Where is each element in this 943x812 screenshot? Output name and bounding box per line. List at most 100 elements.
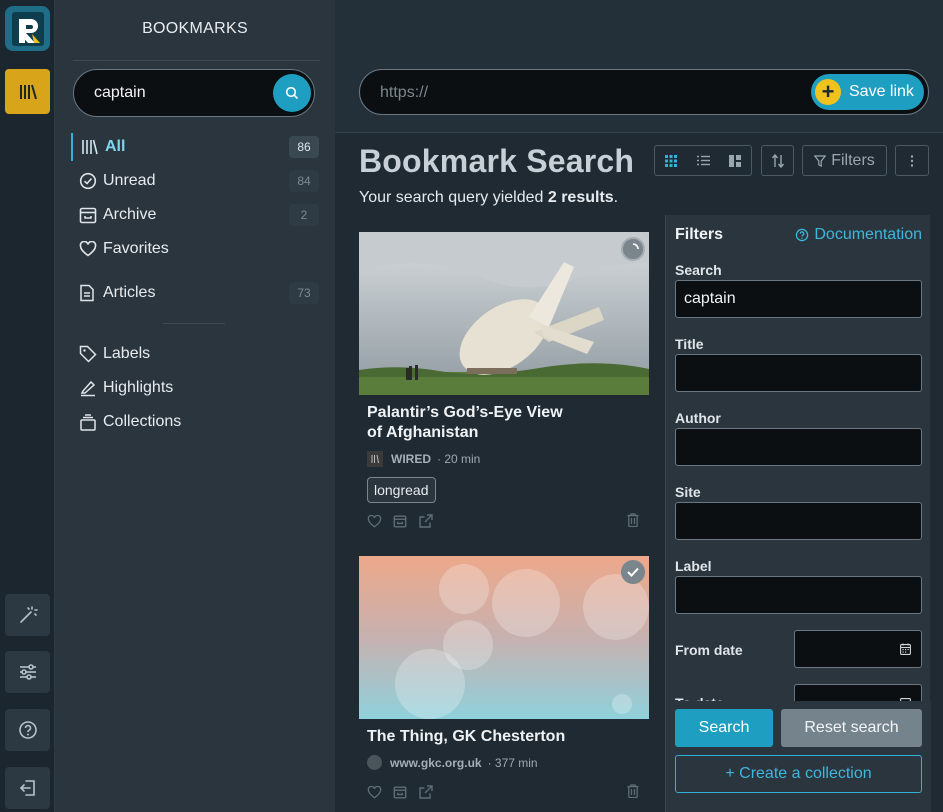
filter-author-input[interactable] xyxy=(675,428,922,466)
tools-button[interactable] xyxy=(5,594,50,636)
count-badge: 84 xyxy=(289,170,319,192)
check-circle-icon xyxy=(79,172,101,190)
author-field-label: Author xyxy=(675,410,721,426)
magic-wand-icon xyxy=(19,606,38,623)
archive-icon xyxy=(79,207,101,224)
from-date-input[interactable] xyxy=(794,630,922,668)
card-label-tag[interactable]: longread xyxy=(367,477,436,503)
external-link-icon[interactable] xyxy=(419,514,445,528)
save-link-button[interactable]: + Save link xyxy=(811,74,924,110)
url-input-box[interactable]: https:// + Save link xyxy=(359,69,929,115)
help-icon xyxy=(796,228,809,242)
sidebar-item-favorites[interactable]: Favorites xyxy=(71,235,319,263)
sidebar-search-box[interactable]: captain xyxy=(73,69,315,117)
status-spinner-icon xyxy=(621,237,645,261)
sidebar-item-highlights[interactable]: Highlights xyxy=(71,374,319,402)
create-collection-button[interactable]: + Create a collection xyxy=(675,755,922,793)
card-title[interactable]: The Thing, GK Chesterton xyxy=(367,727,641,747)
site-field-label: Site xyxy=(675,484,701,500)
bookmarks-nav-button[interactable] xyxy=(5,69,50,114)
plus-icon: + xyxy=(815,79,841,105)
sidebar-search-button[interactable] xyxy=(273,74,311,112)
result-summary: Your search query yielded 2 results. xyxy=(359,189,618,207)
bookmark-card[interactable]: Palantir’s God’s-Eye View of Afghanistan… xyxy=(359,232,649,531)
filter-label-input[interactable] xyxy=(675,576,922,614)
card-title[interactable]: Palantir’s God’s-Eye View of Afghanistan xyxy=(367,403,567,443)
reset-search-button[interactable]: Reset search xyxy=(781,709,922,747)
mosaic-icon xyxy=(729,154,741,167)
filter-icon xyxy=(814,154,827,167)
card-actions xyxy=(367,511,641,531)
filter-site-input[interactable] xyxy=(675,502,922,540)
filters-button[interactable]: Filters xyxy=(802,145,887,176)
list-icon xyxy=(696,155,710,166)
heart-icon xyxy=(79,241,101,257)
search-field-label: Search xyxy=(675,262,722,278)
more-vertical-icon xyxy=(910,154,914,167)
mosaic-view-button[interactable] xyxy=(719,146,751,175)
sidebar-item-articles[interactable]: Articles 73 xyxy=(71,279,319,307)
search-button[interactable]: Search xyxy=(675,709,773,747)
count-badge: 2 xyxy=(289,204,319,226)
card-image[interactable] xyxy=(359,232,649,395)
divider xyxy=(163,323,225,324)
more-options-button[interactable] xyxy=(895,145,929,176)
url-input[interactable]: https:// xyxy=(380,84,428,102)
settings-button[interactable] xyxy=(5,651,50,693)
documentation-label: Documentation xyxy=(814,226,922,243)
sidebar-search-input[interactable]: captain xyxy=(94,84,146,102)
sidebar-item-archive[interactable]: Archive 2 xyxy=(71,201,319,229)
favorite-heart-icon[interactable] xyxy=(367,785,393,799)
grid-icon xyxy=(665,154,677,167)
sidebar-item-label: All xyxy=(105,138,126,155)
sidebar-item-label: Archive xyxy=(103,206,157,223)
sidebar-item-all[interactable]: All 86 xyxy=(71,133,319,161)
site-favicon-icon xyxy=(367,451,383,467)
logout-button[interactable] xyxy=(5,767,50,809)
filter-search-input[interactable]: captain xyxy=(675,280,922,318)
library-icon xyxy=(19,84,37,99)
card-actions xyxy=(367,782,641,802)
list-view-button[interactable] xyxy=(687,146,719,175)
result-suffix: . xyxy=(613,189,619,206)
from-date-label: From date xyxy=(675,642,743,658)
archive-icon[interactable] xyxy=(393,785,419,799)
layout-switcher xyxy=(654,145,752,176)
library-icon xyxy=(81,139,103,155)
count-badge: 86 xyxy=(289,136,319,158)
site-favicon-icon xyxy=(367,755,382,770)
help-icon xyxy=(18,721,37,739)
sidebar-item-label: Collections xyxy=(103,413,182,430)
card-image[interactable] xyxy=(359,556,649,719)
sidebar-item-label: Labels xyxy=(103,345,151,362)
help-button[interactable] xyxy=(5,709,50,751)
bookmark-card[interactable]: The Thing, GK Chesterton www.gkc.org.uk … xyxy=(359,556,649,802)
filter-title-input[interactable] xyxy=(675,354,922,392)
read-check-icon xyxy=(621,560,645,584)
archive-icon[interactable] xyxy=(393,514,419,528)
result-prefix: Your search query yielded xyxy=(359,189,548,206)
title-field-label: Title xyxy=(675,336,704,352)
calendar-icon[interactable] xyxy=(900,643,911,655)
sidebar-item-collections[interactable]: Collections xyxy=(71,408,319,436)
save-link-label: Save link xyxy=(849,83,914,100)
grid-view-button[interactable] xyxy=(655,146,687,175)
filters-heading: Filters xyxy=(675,226,724,243)
card-site: WIRED xyxy=(391,452,431,466)
label-field-label: Label xyxy=(675,558,712,574)
main-content: Bookmark Search Filters Your search quer… xyxy=(335,133,943,812)
documentation-link[interactable]: Documentation xyxy=(795,226,922,244)
app-logo[interactable] xyxy=(5,6,50,51)
external-link-icon[interactable] xyxy=(419,785,445,799)
sidebar-item-label: Highlights xyxy=(103,379,174,396)
delete-trash-icon[interactable] xyxy=(627,513,639,527)
filters-actions: Search Reset search + Create a collectio… xyxy=(666,701,931,812)
highlighter-icon xyxy=(79,379,101,397)
document-icon xyxy=(79,284,101,302)
card-reading-time: · 20 min xyxy=(437,452,481,466)
sidebar-item-unread[interactable]: Unread 84 xyxy=(71,167,319,195)
sort-button[interactable] xyxy=(761,145,794,176)
delete-trash-icon[interactable] xyxy=(627,784,639,798)
favorite-heart-icon[interactable] xyxy=(367,514,393,528)
sidebar-item-labels[interactable]: Labels xyxy=(71,340,319,368)
